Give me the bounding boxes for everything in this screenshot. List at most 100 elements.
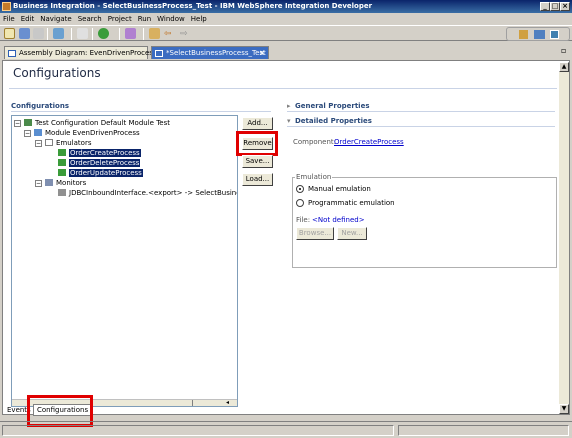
collapse-icon[interactable]: − bbox=[14, 120, 21, 127]
toolbar-separator bbox=[47, 28, 48, 40]
open-perspective-icon[interactable] bbox=[519, 30, 528, 39]
tree-node-order-update-process[interactable]: OrderUpdateProcess bbox=[58, 168, 143, 178]
minimize-button[interactable]: _ bbox=[540, 2, 550, 11]
detailed-properties-label[interactable]: Detailed Properties bbox=[295, 117, 372, 125]
tree-node-label: Test Configuration Default Module Test bbox=[35, 119, 170, 127]
tab-label: *SelectBusinessProcess_Test bbox=[166, 49, 266, 57]
tab-assembly-diagram[interactable]: Assembly Diagram: EvenDrivenProcess bbox=[4, 46, 157, 59]
save-icon[interactable] bbox=[19, 28, 30, 39]
manual-emulation-radio[interactable] bbox=[296, 185, 304, 193]
save-button[interactable]: Save... bbox=[242, 155, 273, 168]
tree-node-monitors[interactable]: − Monitors bbox=[35, 178, 87, 188]
forward-icon[interactable]: ⇨ bbox=[180, 29, 188, 39]
java-perspective-icon[interactable] bbox=[550, 30, 559, 39]
edit-icon[interactable] bbox=[125, 28, 136, 39]
collapse-detailed-icon[interactable]: ▾ bbox=[287, 117, 291, 125]
file-label: File: bbox=[296, 216, 311, 224]
collapse-icon[interactable]: − bbox=[35, 140, 42, 147]
section-divider bbox=[287, 126, 555, 127]
assembly-diagram-icon bbox=[8, 50, 16, 57]
tree-node-emulators[interactable]: − Emulators bbox=[35, 138, 92, 148]
print-icon[interactable] bbox=[33, 28, 44, 39]
tree-node-label: JDBCInboundInterface.<export> -> SelectB… bbox=[69, 189, 238, 197]
add-button[interactable]: Add... bbox=[242, 117, 273, 130]
section-divider bbox=[287, 111, 555, 112]
editor-vertical-scrollbar[interactable]: ▲ ▼ bbox=[559, 62, 569, 414]
tree-node-label: Monitors bbox=[56, 179, 87, 187]
tab-select-business-process-test[interactable]: *SelectBusinessProcess_Test × bbox=[151, 46, 269, 59]
manual-emulation-label[interactable]: Manual emulation bbox=[308, 185, 371, 193]
scroll-up-icon[interactable]: ▲ bbox=[559, 62, 569, 72]
monitor-icon bbox=[45, 179, 53, 186]
tab-label: Assembly Diagram: EvenDrivenProcess bbox=[19, 49, 157, 57]
title-divider bbox=[9, 88, 557, 89]
history-icon[interactable] bbox=[149, 28, 160, 39]
component-link[interactable]: OrderCreateProcess bbox=[334, 138, 404, 146]
emulator-icon bbox=[58, 159, 66, 166]
emulator-icon bbox=[58, 169, 66, 176]
general-properties-label[interactable]: General Properties bbox=[295, 102, 370, 110]
maximize-button[interactable]: □ bbox=[550, 2, 560, 11]
status-bar bbox=[0, 421, 572, 438]
tree-node-module[interactable]: − Module EvenDrivenProcess bbox=[24, 128, 140, 138]
menu-help[interactable]: Help bbox=[188, 13, 210, 25]
menu-project[interactable]: Project bbox=[105, 13, 135, 25]
run-icon[interactable] bbox=[98, 28, 109, 39]
restore-editor-icon[interactable]: ▫ bbox=[561, 46, 566, 55]
tree-node-label: OrderDeleteProcess bbox=[69, 159, 141, 167]
tree-node-label: OrderUpdateProcess bbox=[69, 169, 143, 177]
menu-edit[interactable]: Edit bbox=[18, 13, 38, 25]
emulation-group-label: Emulation bbox=[295, 173, 333, 181]
tree-node-order-create-process[interactable]: OrderCreateProcess bbox=[58, 148, 141, 158]
section-divider bbox=[11, 111, 271, 112]
tree-node-label: Module EvenDrivenProcess bbox=[45, 129, 140, 137]
open-perspective-icon[interactable] bbox=[53, 28, 64, 39]
programmatic-emulation-radio[interactable] bbox=[296, 199, 304, 207]
remove-button[interactable]: Remove bbox=[242, 137, 273, 150]
new-icon[interactable] bbox=[4, 28, 15, 39]
back-icon[interactable]: ⇦ bbox=[164, 29, 172, 39]
folder-icon bbox=[45, 139, 53, 146]
menu-bar: File Edit Navigate Search Project Run Window He… bbox=[0, 13, 572, 25]
export-icon bbox=[58, 189, 66, 196]
emulator-icon bbox=[58, 149, 66, 156]
component-label: Component: bbox=[293, 138, 336, 146]
tree-node-label: Emulators bbox=[56, 139, 92, 147]
close-tab-icon[interactable]: × bbox=[259, 47, 265, 60]
status-cell bbox=[398, 425, 569, 436]
programmatic-emulation-label[interactable]: Programmatic emulation bbox=[308, 199, 395, 207]
toolbar-separator bbox=[71, 28, 72, 40]
editor-area: Configurations Configurations − Test Con… bbox=[2, 60, 570, 415]
menu-navigate[interactable]: Navigate bbox=[37, 13, 74, 25]
status-cell bbox=[2, 425, 394, 436]
business-integration-perspective-icon[interactable] bbox=[534, 30, 545, 39]
menu-search[interactable]: Search bbox=[75, 13, 105, 25]
config-icon bbox=[24, 119, 32, 126]
collapse-icon[interactable]: − bbox=[35, 180, 42, 187]
tree-node-jdbc-inbound-interface[interactable]: JDBCInboundInterface.<export> -> SelectB… bbox=[58, 188, 238, 198]
browse-button[interactable]: Browse... bbox=[296, 227, 334, 240]
window-title-bar: Business Integration - SelectBusinessPro… bbox=[0, 0, 572, 13]
menu-run[interactable]: Run bbox=[135, 13, 154, 25]
collapse-icon[interactable]: − bbox=[24, 130, 31, 137]
file-value[interactable]: <Not defined> bbox=[312, 216, 365, 224]
configurations-tree[interactable]: − Test Configuration Default Module Test… bbox=[11, 115, 238, 407]
editor-tab-row: Assembly Diagram: EvenDrivenProcess *Sel… bbox=[0, 42, 572, 60]
configurations-section-label: Configurations bbox=[11, 102, 69, 110]
expand-general-icon[interactable]: ▸ bbox=[287, 102, 291, 110]
new-button[interactable]: New... bbox=[337, 227, 367, 240]
test-config-icon bbox=[155, 50, 163, 57]
tree-node-label: OrderCreateProcess bbox=[69, 149, 141, 157]
tool-icon[interactable] bbox=[77, 28, 88, 39]
menu-window[interactable]: Window bbox=[154, 13, 188, 25]
app-icon bbox=[2, 2, 11, 11]
load-button[interactable]: Load... bbox=[242, 173, 273, 186]
tree-node-order-delete-process[interactable]: OrderDeleteProcess bbox=[58, 158, 141, 168]
close-window-button[interactable]: × bbox=[560, 2, 570, 11]
module-icon bbox=[34, 129, 42, 136]
menu-file[interactable]: File bbox=[0, 13, 18, 25]
tree-node-test-config[interactable]: − Test Configuration Default Module Test bbox=[14, 118, 170, 128]
toolbar-separator bbox=[119, 28, 120, 40]
toolbar-separator bbox=[92, 28, 93, 40]
toolbar-separator bbox=[143, 28, 144, 40]
